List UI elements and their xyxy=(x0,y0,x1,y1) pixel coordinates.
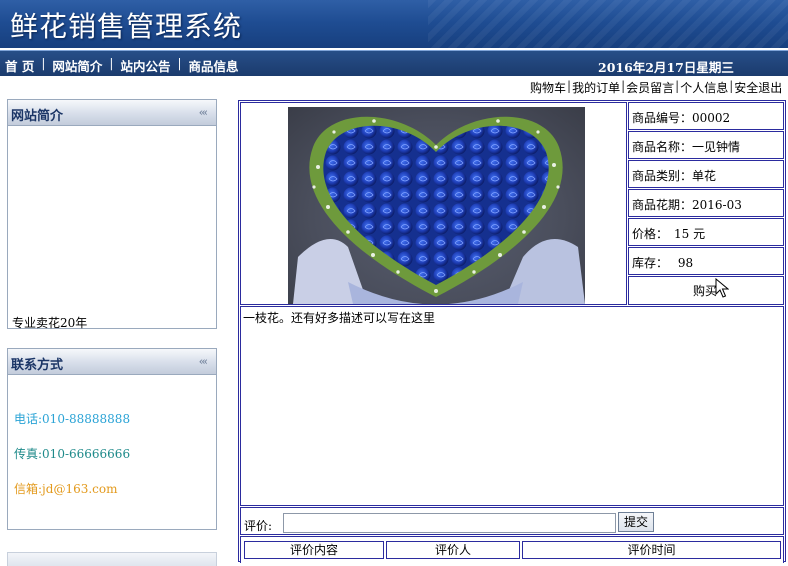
column-header: 评价内容 xyxy=(244,541,384,559)
intro-text: 专业卖花20年 xyxy=(12,316,88,330)
main-nav: 首 页 | 网站简介 | 站内公告 | 商品信息 2016年2月17日星期三 xyxy=(0,50,788,76)
nav-separator: | xyxy=(177,56,182,70)
user-links: 购物车 | 我的订单 | 会员留言 | 个人信息 | 安全退出 xyxy=(530,79,782,97)
contact-fax: 传真:010-66666666 xyxy=(14,447,131,461)
contact-phone: 电话:010-88888888 xyxy=(14,412,131,426)
blue-rose-bouquet-icon xyxy=(293,116,585,304)
nav-announcements[interactable]: 站内公告 xyxy=(120,56,170,75)
product-name: 商品名称：一见钟情 xyxy=(632,140,741,154)
submit-button[interactable]: 提交 xyxy=(618,512,654,532)
product-image xyxy=(288,107,585,304)
review-table: 评价内容 评价人 评价时间 xyxy=(240,536,784,563)
contact-panel: 联系方式 ‹‹‹ 电话:010-88888888 传真:010-66666666… xyxy=(7,348,217,530)
collapse-arrows-icon[interactable]: ‹‹‹ xyxy=(199,106,208,119)
column-header: 评价时间 xyxy=(522,541,781,559)
link-separator: | xyxy=(729,79,734,93)
link-separator: | xyxy=(567,79,572,93)
product-price-cell: 价格： 15 元 xyxy=(628,218,784,246)
review-input[interactable] xyxy=(283,513,616,533)
product-number-cell: 商品编号：00002 xyxy=(628,102,784,130)
contact-email: 信箱:jd@163.com xyxy=(14,482,118,496)
review-row: 评价: 提交 xyxy=(240,507,784,535)
my-orders-link[interactable]: 我的订单 xyxy=(572,79,620,97)
personal-info-link[interactable]: 个人信息 xyxy=(680,79,728,97)
panel-header: 网站简介 ‹‹‹ xyxy=(8,100,216,126)
member-messages-link[interactable]: 会员留言 xyxy=(626,79,674,97)
site-header: 鲜花销售管理系统 xyxy=(0,0,788,48)
column-header: 评价人 xyxy=(386,541,520,559)
product-price: 价格： 15 元 xyxy=(632,227,706,241)
review-label: 评价: xyxy=(244,519,273,533)
link-separator: | xyxy=(621,79,626,93)
panel-header: 联系方式 ‹‹‹ xyxy=(8,349,216,375)
site-title: 鲜花销售管理系统 xyxy=(10,10,243,43)
next-panel-header xyxy=(7,552,217,566)
product-stock: 库存： 98 xyxy=(632,256,694,270)
product-season-cell: 商品花期：2016-03 xyxy=(628,189,784,217)
nav-site-intro[interactable]: 网站简介 xyxy=(52,56,102,75)
nav-home[interactable]: 首 页 xyxy=(5,56,34,75)
nav-products[interactable]: 商品信息 xyxy=(189,56,239,75)
site-intro-panel: 网站简介 ‹‹‹ 专业卖花20年 xyxy=(7,99,217,330)
description-cell: 一枝花。还有好多描述可以写在这里 xyxy=(240,306,784,506)
product-name-cell: 商品名称：一见钟情 xyxy=(628,131,784,159)
collapse-arrows-icon[interactable]: ‹‹‹ xyxy=(199,355,208,368)
product-number: 商品编号：00002 xyxy=(632,111,731,125)
link-separator: | xyxy=(675,79,680,93)
current-date: 2016年2月17日星期三 xyxy=(598,60,734,75)
product-detail: 商品编号：00002 商品名称：一见钟情 商品类别：单花 商品花期：2016-0… xyxy=(238,100,786,563)
product-category-cell: 商品类别：单花 xyxy=(628,160,784,188)
product-description: 一枝花。还有好多描述可以写在这里 xyxy=(243,311,436,325)
panel-title: 联系方式 xyxy=(11,358,64,373)
buy-cell[interactable]: 购买 xyxy=(628,276,784,305)
product-season: 商品花期：2016-03 xyxy=(632,198,742,212)
cart-link[interactable]: 购物车 xyxy=(530,79,566,97)
mouse-pointer-icon xyxy=(715,278,729,298)
product-stock-cell: 库存： 98 xyxy=(628,247,784,275)
nav-separator: | xyxy=(41,56,46,70)
nav-separator: | xyxy=(109,56,114,70)
panel-title: 网站简介 xyxy=(11,109,64,124)
header-decoration xyxy=(428,0,788,48)
logout-link[interactable]: 安全退出 xyxy=(734,79,782,97)
buy-button[interactable]: 购买 xyxy=(693,282,717,299)
product-category: 商品类别：单花 xyxy=(632,169,717,183)
product-image-cell xyxy=(240,102,627,305)
